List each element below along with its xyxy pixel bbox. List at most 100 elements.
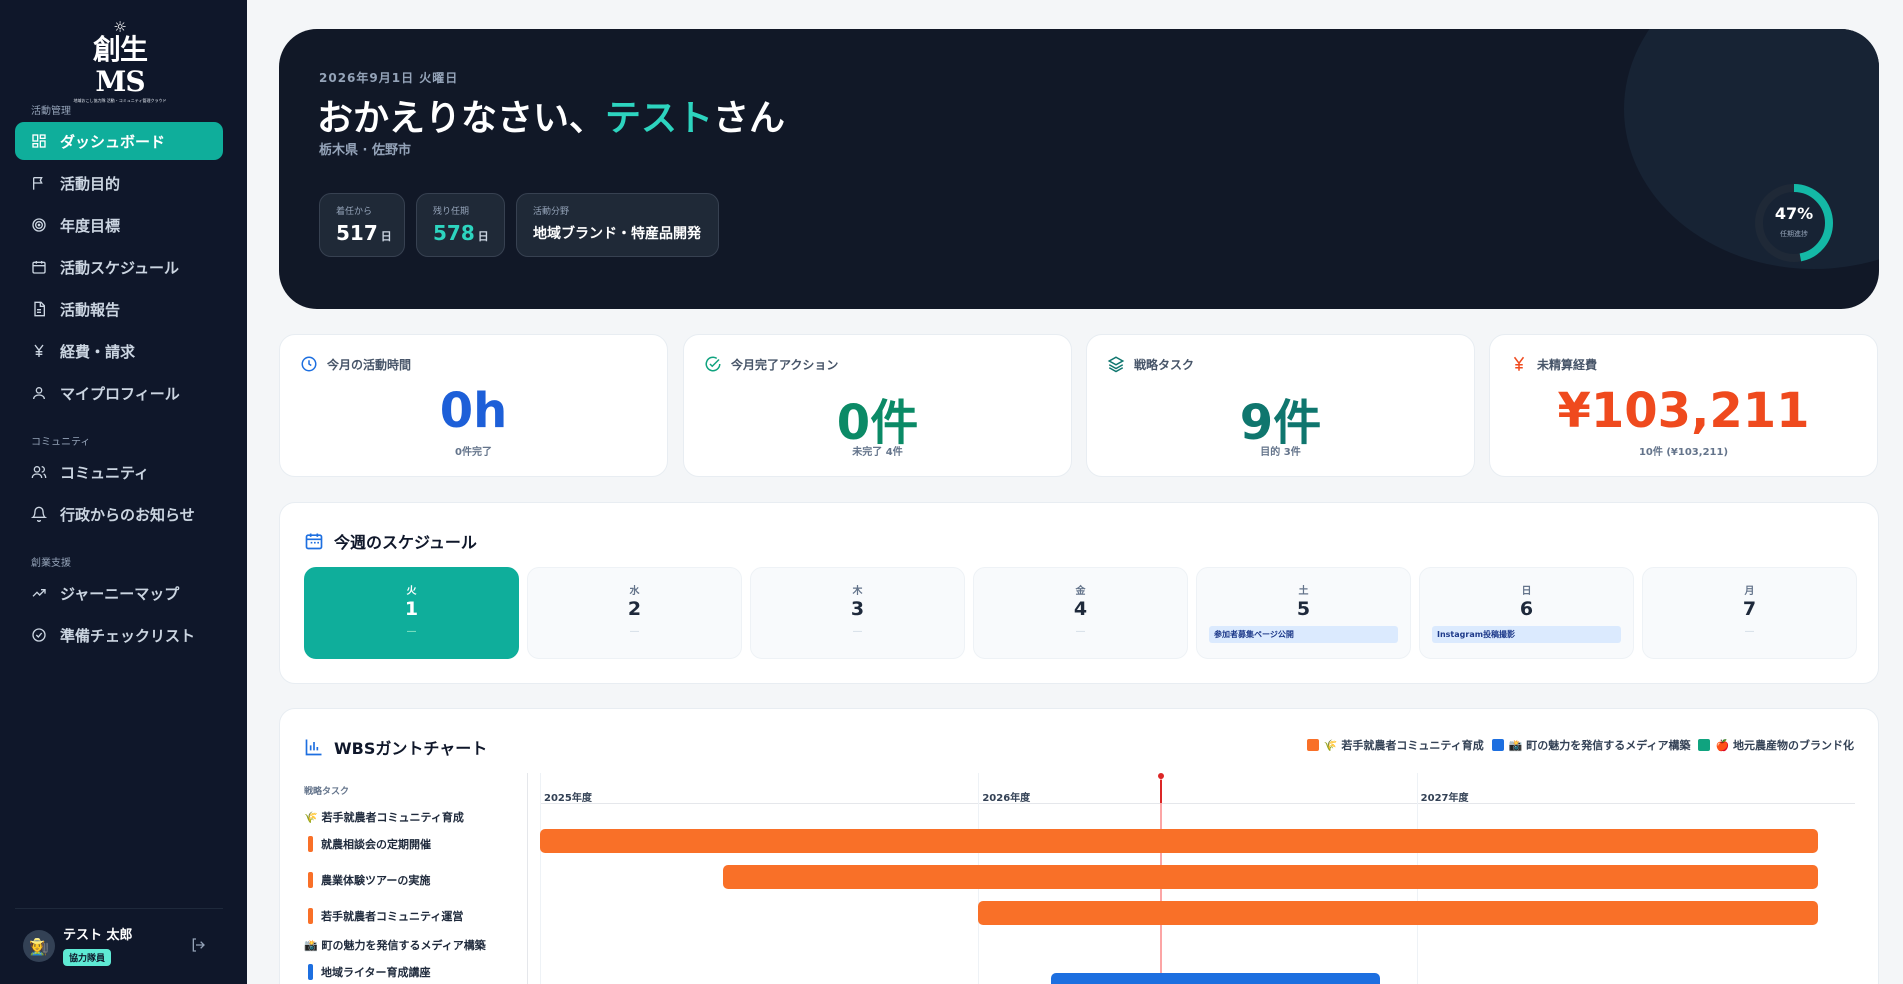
sun-icon: ☼	[113, 18, 127, 36]
chip-label: 着任から	[336, 207, 373, 217]
hero-date: 2026年9月1日 火曜日	[319, 71, 459, 85]
gantt-task-row[interactable]: 若手就農者コミュニティ運営	[308, 908, 463, 924]
year-label: 2025年度	[544, 793, 592, 804]
day-cell[interactable]: 月 7 —	[1642, 567, 1857, 659]
stat-subtext: 未完了 4件	[852, 447, 903, 458]
gantt-task-row[interactable]: 就農相談会の定期開催	[308, 836, 431, 852]
sidebar-item-profile[interactable]: マイプロフィール	[15, 374, 223, 412]
logout-icon[interactable]	[190, 937, 206, 953]
day-of-week: 木	[852, 586, 863, 597]
gantt-bar[interactable]	[540, 829, 1819, 853]
trending-up-icon	[32, 589, 46, 597]
app-logo[interactable]: ☼ 創生MS 地域おこし協力隊 活動・コミュニティ管理クラウド	[70, 18, 170, 104]
sidebar-item-label: マイプロフィール	[60, 384, 180, 403]
sidebar-item-label: 経費・請求	[60, 342, 136, 361]
target-icon	[32, 218, 46, 232]
sidebar-item-label: 活動目的	[60, 174, 121, 193]
year-label: 2027年度	[1420, 793, 1469, 804]
task-label: 地域ライター育成講座	[321, 966, 431, 979]
user-name: テスト 太郎	[63, 928, 133, 943]
gantt-bar[interactable]	[1051, 973, 1381, 984]
sidebar-item-journey-map[interactable]: ジャーニーマップ	[15, 574, 223, 612]
chip-unit: 日	[380, 230, 392, 243]
day-empty-marker: —	[852, 626, 863, 637]
user-icon	[33, 387, 45, 400]
day-cell[interactable]: 火 1 —	[304, 567, 519, 659]
section-label-activity: 活動管理	[31, 106, 71, 117]
logo-tagline: 地域おこし協力隊 活動・コミュニティ管理クラウド	[73, 98, 167, 103]
gantt-bar[interactable]	[722, 865, 1819, 889]
day-cell[interactable]: 金 4 —	[973, 567, 1188, 659]
sidebar-item-expenses[interactable]: 経費・請求	[15, 332, 223, 370]
day-of-week: 水	[629, 586, 640, 597]
schedule-event[interactable]: Instagram投稿撮影	[1432, 626, 1621, 643]
gantt-group-label: 🌾 若手就農者コミュニティ育成	[304, 811, 464, 824]
legend-swatch	[1491, 739, 1504, 751]
day-empty-marker: —	[1744, 626, 1755, 637]
chip-days-since-start: 着任から 517 日	[319, 193, 405, 257]
day-number: 3	[850, 598, 865, 620]
gantt-bar[interactable]	[978, 901, 1819, 925]
document-icon	[34, 301, 45, 317]
greeting-prefix: おかえりなさい、	[317, 98, 606, 139]
term-progress-ring	[1755, 184, 1833, 262]
stat-subtext: 0件完了	[455, 447, 492, 458]
schedule-event[interactable]: 参加者募集ページ公開	[1209, 626, 1398, 643]
layers-icon	[1107, 356, 1125, 373]
sidebar-item-purpose[interactable]: 活動目的	[15, 164, 223, 202]
timeline-header-line	[540, 803, 1855, 804]
day-cell[interactable]: 土 5 参加者募集ページ公開	[1196, 567, 1411, 659]
stat-card-completed-actions[interactable]: 今月完了アクション 0件 未完了 4件	[683, 334, 1072, 477]
day-cell[interactable]: 木 3 —	[750, 567, 965, 659]
calendar-icon	[32, 261, 46, 274]
gantt-separator	[527, 773, 528, 984]
stat-card-activity-hours[interactable]: 今月の活動時間 0h 0件完了	[279, 334, 668, 477]
chip-activity-field: 活動分野 地域ブランド・特産品開発	[516, 193, 719, 257]
sidebar: ☼ 創生MS 地域おこし協力隊 活動・コミュニティ管理クラウド 活動管理 ダッシ…	[0, 0, 247, 984]
sidebar-item-community[interactable]: コミュニティ	[15, 453, 223, 491]
sidebar-item-label: 活動報告	[60, 300, 121, 319]
stat-title: 未精算経費	[1537, 357, 1598, 372]
sidebar-item-schedule[interactable]: 活動スケジュール	[15, 248, 223, 286]
gantt-group-label: 📸 町の魅力を発信するメディア構築	[304, 939, 486, 952]
stat-card-unsettled-expenses[interactable]: 未精算経費 ¥103,211 10件 (¥103,211)	[1489, 334, 1878, 477]
flag-icon	[33, 177, 43, 190]
clock-icon	[301, 356, 317, 372]
day-cell[interactable]: 日 6 Instagram投稿撮影	[1419, 567, 1634, 659]
task-color-marker	[308, 836, 313, 852]
sidebar-item-label: 行政からのお知らせ	[60, 505, 195, 524]
yen-icon	[1513, 356, 1525, 371]
stat-title: 今月完了アクション	[731, 357, 839, 372]
task-label: 農業体験ツアーの実施	[321, 874, 431, 887]
wbs-gantt-card: WBSガントチャート 🌾 若手就農者コミュニティ育成 📸 町の魅力を発信するメデ…	[279, 708, 1879, 984]
check-circle-icon	[32, 628, 46, 642]
sidebar-item-notices[interactable]: 行政からのお知らせ	[15, 495, 223, 533]
sidebar-divider	[15, 908, 223, 909]
today-marker	[1159, 780, 1162, 803]
sidebar-item-checklist[interactable]: 準備チェックリスト	[15, 616, 223, 654]
day-number: 7	[1742, 598, 1757, 620]
day-number: 5	[1296, 598, 1311, 620]
legend-swatch	[1698, 739, 1711, 751]
sidebar-item-dashboard[interactable]: ダッシュボード	[15, 122, 223, 160]
avatar[interactable]: 🧑‍🌾	[23, 930, 55, 962]
day-cell[interactable]: 水 2 —	[527, 567, 742, 659]
chip-value: 地域ブランド・特産品開発	[533, 226, 701, 242]
gantt-legend: 🌾 若手就農者コミュニティ育成 📸 町の魅力を発信するメディア構築 🍎 地元農産…	[1299, 737, 1854, 753]
stat-card-strategy-tasks[interactable]: 戦略タスク 9件 目的 3件	[1086, 334, 1475, 477]
sidebar-item-annual-goals[interactable]: 年度目標	[15, 206, 223, 244]
gantt-timeline: 2025年度 2026年度 2027年度	[540, 773, 1855, 984]
gantt-task-row[interactable]: 農業体験ツアーの実施	[308, 872, 430, 888]
chip-label: 残り任期	[433, 207, 470, 217]
users-icon	[31, 466, 47, 479]
gantt-task-row[interactable]: 地域ライター育成講座	[308, 964, 431, 980]
sidebar-item-label: コミュニティ	[60, 463, 150, 482]
greeting-suffix: さん	[713, 98, 786, 139]
legend-item: 🍎 地元農産物のブランド化	[1715, 739, 1854, 752]
card-title-text: 今週のスケジュール	[334, 533, 477, 552]
day-of-week: 火	[406, 586, 417, 597]
yen-icon	[34, 344, 44, 357]
sidebar-item-reports[interactable]: 活動報告	[15, 290, 223, 328]
day-empty-marker: —	[406, 626, 417, 637]
welcome-hero: 2026年9月1日 火曜日 おかえりなさい、テストさん 栃木県 · 佐野市 着任…	[279, 29, 1879, 309]
